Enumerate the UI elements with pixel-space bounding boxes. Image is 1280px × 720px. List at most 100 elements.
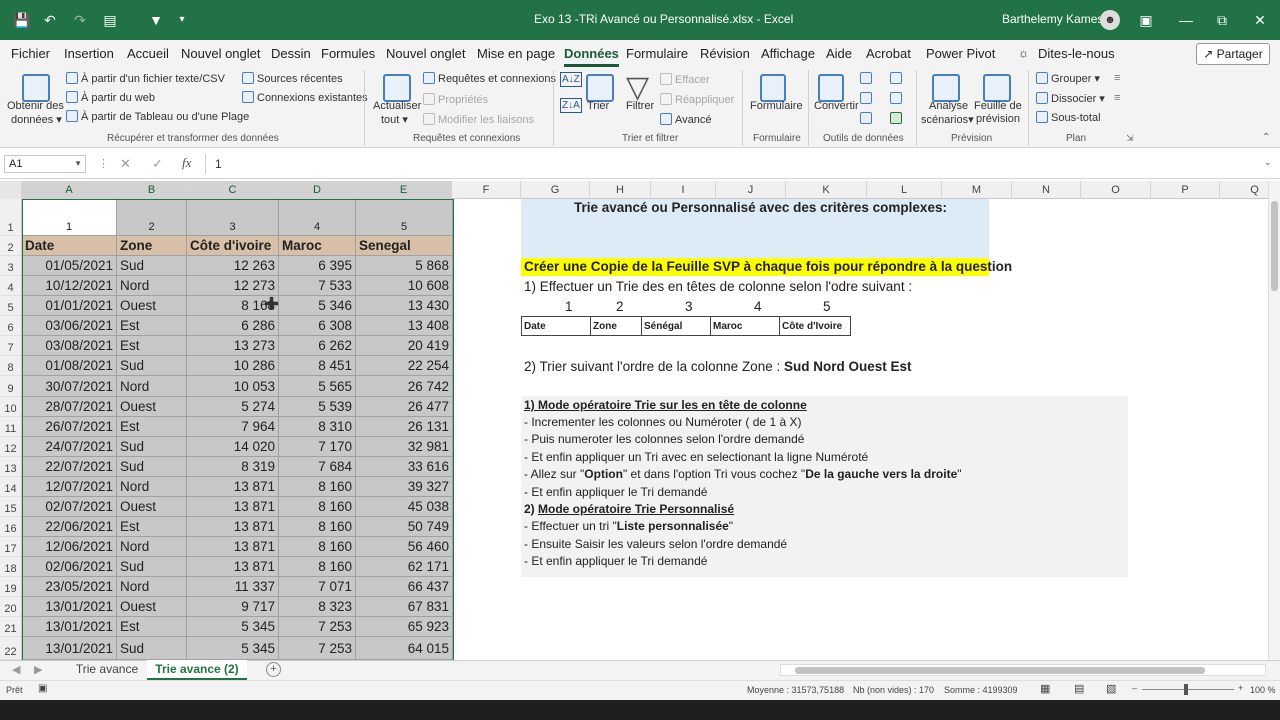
- row-header-10[interactable]: 10: [0, 397, 22, 417]
- row-header-11[interactable]: 11: [0, 417, 22, 437]
- column-header-k[interactable]: K: [786, 181, 867, 199]
- collapse-ribbon-icon[interactable]: ⌃: [1262, 132, 1270, 143]
- tab-power-pivot[interactable]: Power Pivot: [926, 46, 995, 61]
- normal-view-icon[interactable]: ▦: [1040, 682, 1050, 695]
- grouper-button[interactable]: Grouper ▾: [1036, 72, 1100, 85]
- tab-acrobat[interactable]: Acrobat: [866, 46, 911, 61]
- show-detail-icon[interactable]: ≡: [1114, 72, 1120, 84]
- column-header-b[interactable]: B: [117, 181, 187, 199]
- row-header-15[interactable]: 15: [0, 497, 22, 517]
- avatar[interactable]: ☻: [1100, 10, 1120, 30]
- column-header-p[interactable]: P: [1151, 181, 1220, 199]
- sources-recentes-button[interactable]: Sources récentes: [242, 72, 343, 85]
- column-header-a[interactable]: A: [22, 181, 117, 199]
- tab-nouvel-onglet[interactable]: Nouvel onglet: [181, 46, 261, 61]
- save-icon[interactable]: 💾: [12, 10, 32, 30]
- tab-donnees[interactable]: Données: [564, 46, 619, 67]
- actualiser-tout[interactable]: tout ▾: [381, 113, 408, 126]
- row-header-19[interactable]: 19: [0, 577, 22, 597]
- effacer-button[interactable]: Effacer: [660, 73, 710, 86]
- tab-mise-en-page[interactable]: Mise en page: [477, 46, 555, 61]
- modifier-liaisons-button[interactable]: Modifier les liaisons: [423, 113, 534, 126]
- row-header-8[interactable]: 8: [0, 356, 22, 376]
- row-header-12[interactable]: 12: [0, 437, 22, 457]
- minimize-icon[interactable]: —: [1176, 10, 1196, 30]
- row-header-1[interactable]: 1: [0, 199, 22, 236]
- convertir-button[interactable]: Convertir: [814, 100, 859, 112]
- sort-za-icon[interactable]: Z↓A: [560, 98, 582, 113]
- tell-me-search[interactable]: Dites-le-nous: [1038, 46, 1115, 61]
- column-header-d[interactable]: D: [279, 181, 356, 199]
- flash-fill-icon[interactable]: [860, 72, 875, 85]
- formula-input[interactable]: 1: [215, 157, 222, 171]
- customize-quick-access-icon[interactable]: ▾: [172, 10, 192, 30]
- form-icon[interactable]: ▤: [100, 10, 120, 30]
- obtenir-donnees-label2[interactable]: données ▾: [11, 113, 62, 126]
- confirm-formula-icon[interactable]: ✓: [152, 156, 163, 172]
- proprietes-button[interactable]: Propriétés: [423, 93, 488, 106]
- tab-fichier[interactable]: Fichier: [11, 46, 50, 61]
- tab-nouvel-onglet-2[interactable]: Nouvel onglet: [386, 46, 466, 61]
- prev-sheet-icon[interactable]: ◀: [12, 663, 20, 676]
- zoom-slider[interactable]: [1142, 689, 1234, 690]
- web-button[interactable]: À partir du web: [66, 91, 155, 104]
- tab-affichage[interactable]: Affichage: [761, 46, 815, 61]
- sheet-tab-trie-avance[interactable]: Trie avance: [68, 660, 146, 680]
- column-header-f[interactable]: F: [452, 181, 521, 199]
- close-icon[interactable]: ✕: [1250, 10, 1270, 30]
- remove-duplicates-icon[interactable]: [860, 92, 875, 105]
- horizontal-scrollbar[interactable]: [780, 664, 1266, 676]
- user-name[interactable]: Barthelemy Kamess: [1002, 12, 1109, 26]
- ribbon-display-icon[interactable]: ▣: [1136, 10, 1156, 30]
- row-header-3[interactable]: 3: [0, 256, 22, 276]
- obtenir-donnees-button[interactable]: Obtenir des: [7, 100, 64, 112]
- tableau-plage-button[interactable]: À partir de Tableau ou d'une Plage: [66, 110, 249, 123]
- sheet-tab-trie-avance-2[interactable]: Trie avance (2): [147, 660, 247, 680]
- tab-accueil[interactable]: Accueil: [127, 46, 169, 61]
- avance-button[interactable]: Avancé: [660, 113, 712, 126]
- feuille-prevision-button[interactable]: Feuille de: [974, 100, 1022, 112]
- name-box[interactable]: A1 ▼: [4, 155, 86, 173]
- zoom-level[interactable]: 100 %: [1250, 685, 1276, 695]
- add-sheet-icon[interactable]: +: [266, 662, 281, 677]
- tab-formulaire[interactable]: Formulaire: [626, 46, 688, 61]
- zoom-out-icon[interactable]: –: [1132, 683, 1137, 693]
- restore-icon[interactable]: ⧉: [1212, 10, 1232, 30]
- zoom-slider-handle[interactable]: [1184, 684, 1188, 695]
- row-header-7[interactable]: 7: [0, 336, 22, 356]
- fichier-texte-button[interactable]: À partir d'un fichier texte/CSV: [66, 72, 225, 85]
- expand-formula-icon[interactable]: ⌄: [1264, 157, 1272, 168]
- insert-function-icon[interactable]: fx: [182, 155, 191, 171]
- trier-button[interactable]: Trier: [587, 100, 609, 112]
- reappliquer-button[interactable]: Réappliquer: [660, 93, 734, 106]
- tab-insertion[interactable]: Insertion: [64, 46, 114, 61]
- consolidate-icon[interactable]: [890, 72, 905, 85]
- scenarios-dropdown[interactable]: scénarios▾: [921, 113, 974, 126]
- column-header-o[interactable]: O: [1081, 181, 1151, 199]
- row-header-2[interactable]: 2: [0, 236, 22, 256]
- column-header-e[interactable]: E: [356, 181, 452, 199]
- analyse-button[interactable]: Analyse: [929, 100, 968, 112]
- row-header-16[interactable]: 16: [0, 517, 22, 537]
- data-validation-icon[interactable]: [860, 112, 875, 125]
- requetes-connexions-button[interactable]: Requêtes et connexions: [423, 72, 556, 85]
- column-header-l[interactable]: L: [867, 181, 942, 199]
- row-header-17[interactable]: 17: [0, 537, 22, 557]
- h-scrollbar-thumb[interactable]: [795, 667, 1205, 674]
- cancel-formula-icon[interactable]: ✕: [120, 156, 131, 172]
- dialog-launcher-icon[interactable]: ⇲: [1126, 133, 1134, 144]
- select-all-corner[interactable]: [0, 181, 22, 199]
- relationships-icon[interactable]: [890, 92, 905, 105]
- row-header-14[interactable]: 14: [0, 477, 22, 497]
- tab-dessin[interactable]: Dessin: [271, 46, 311, 61]
- macro-record-icon[interactable]: ▣: [38, 683, 47, 694]
- row-header-5[interactable]: 5: [0, 296, 22, 316]
- sort-az-icon[interactable]: A↓Z: [560, 72, 582, 87]
- column-header-g[interactable]: G: [521, 181, 590, 199]
- formulaire-button[interactable]: Formulaire: [750, 100, 803, 112]
- page-break-icon[interactable]: ▧: [1106, 682, 1116, 695]
- filtrer-button[interactable]: Filtrer: [626, 100, 654, 112]
- tab-formules[interactable]: Formules: [321, 46, 375, 61]
- page-layout-icon[interactable]: ▤: [1074, 682, 1084, 695]
- next-sheet-icon[interactable]: ▶: [34, 663, 42, 676]
